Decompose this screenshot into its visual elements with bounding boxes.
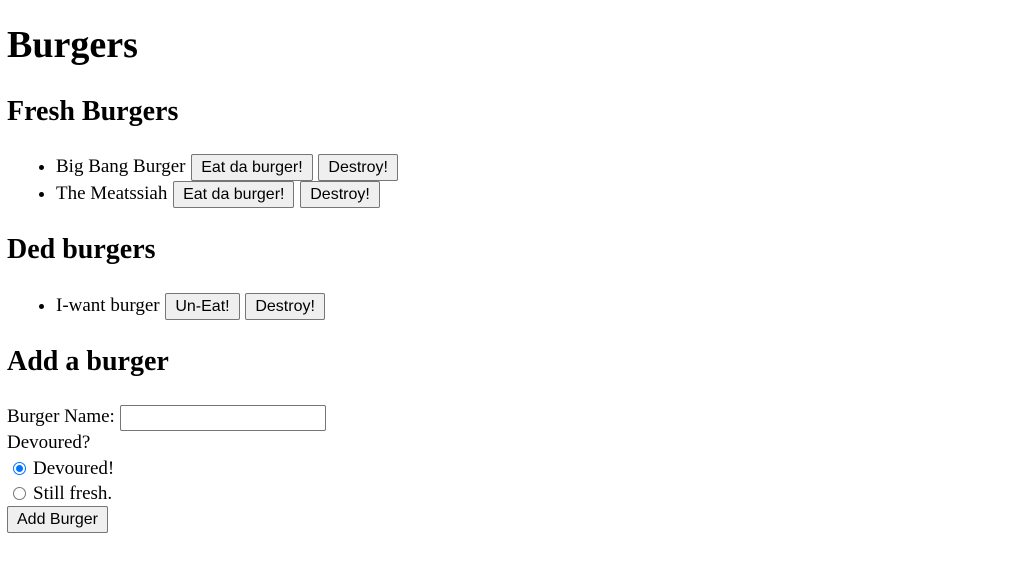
radio-option-still-fresh[interactable]: Still fresh.: [7, 481, 326, 506]
radio-button-devoured[interactable]: [13, 461, 26, 475]
radio-option-devoured[interactable]: Devoured!: [7, 456, 326, 481]
destroy-button[interactable]: Destroy!: [300, 181, 380, 209]
ded-burgers-list: I-want burger Un-Eat! Destroy!: [0, 292, 325, 321]
add-burger-button[interactable]: Add Burger: [7, 506, 108, 533]
burger-name: I-want burger: [56, 295, 160, 316]
radio-label: Still fresh.: [33, 483, 113, 504]
burger-name: Big Bang Burger: [56, 156, 186, 177]
list-item: Big Bang Burger Eat da burger! Destroy!: [56, 153, 398, 182]
radio-label: Devoured!: [33, 458, 115, 479]
list-item: The Meatssiah Eat da burger! Destroy!: [56, 180, 398, 209]
eat-burger-button[interactable]: Eat da burger!: [173, 181, 295, 209]
destroy-button[interactable]: Destroy!: [318, 154, 398, 182]
radio-button-still-fresh[interactable]: [13, 486, 26, 500]
un-eat-button[interactable]: Un-Eat!: [165, 293, 240, 321]
destroy-button[interactable]: Destroy!: [245, 293, 325, 321]
devoured-label: Devoured?: [7, 432, 91, 453]
fresh-burgers-list: Big Bang Burger Eat da burger! Destroy! …: [0, 153, 398, 209]
burger-name: The Meatssiah: [56, 183, 168, 204]
fresh-burgers-heading: Fresh Burgers: [7, 96, 179, 127]
eat-burger-button[interactable]: Eat da burger!: [191, 154, 313, 182]
burger-name-label: Burger Name:: [7, 406, 115, 427]
add-burger-form: Burger Name: Devoured? Devoured! Still f…: [7, 404, 326, 533]
ded-burgers-heading: Ded burgers: [7, 234, 156, 265]
page-title: Burgers: [7, 24, 138, 66]
add-burger-heading: Add a burger: [7, 346, 169, 377]
list-item: I-want burger Un-Eat! Destroy!: [56, 292, 325, 321]
burger-name-input[interactable]: [119, 404, 326, 431]
